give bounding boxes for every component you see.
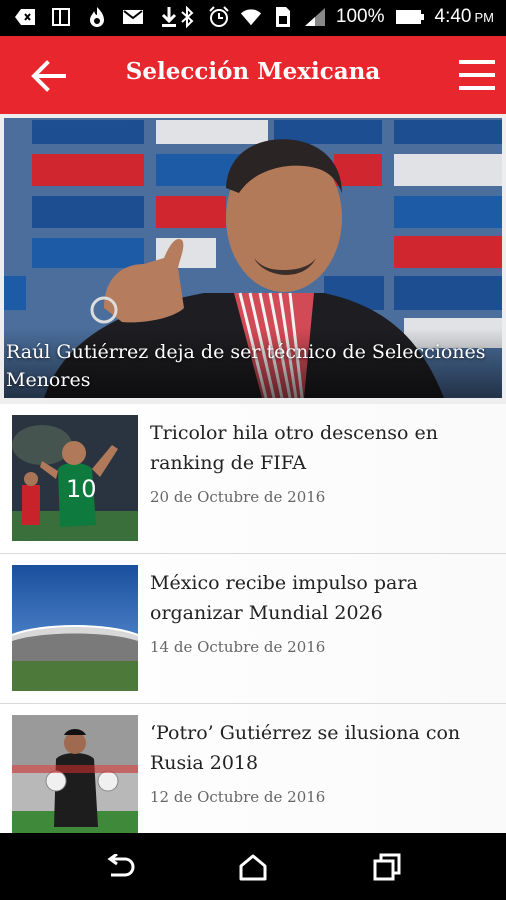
list-item[interactable]: ‘Potro’ Gutiérrez se ilusiona con Rusia … — [0, 704, 506, 833]
back-icon — [14, 6, 36, 28]
battery-percent: 100% — [335, 6, 385, 27]
back-nav-icon — [107, 854, 135, 877]
sim-icon — [272, 6, 294, 28]
battery-icon — [395, 6, 425, 28]
clock-ampm: PM — [474, 10, 495, 25]
news-feed[interactable]: Raúl Gutiérrez deja de ser técnico de Se… — [0, 114, 506, 833]
article-date: 14 de Octubre de 2016 — [150, 638, 326, 656]
clock-time: 4:40 — [434, 6, 472, 27]
alarm-icon — [208, 6, 230, 28]
system-nav-bar — [0, 833, 506, 900]
recents-icon — [373, 853, 401, 881]
app-bar: Selección Mexicana — [0, 36, 506, 114]
svg-text:10: 10 — [66, 475, 97, 503]
nav-recents-button[interactable] — [370, 850, 404, 884]
list-item[interactable]: México recibe impulso para organizar Mun… — [0, 554, 506, 704]
home-icon — [239, 854, 267, 881]
article-list: 10 Tricolor hila otro descenso en rankin… — [0, 404, 506, 833]
menu-button[interactable] — [458, 55, 496, 95]
article-thumbnail: 10 — [12, 415, 138, 541]
hamburger-menu-icon — [459, 60, 495, 90]
signal-icon — [304, 6, 326, 28]
article-date: 20 de Octubre de 2016 — [150, 488, 326, 506]
article-title: México recibe impulso para organizar Mun… — [150, 572, 418, 624]
article-title: Tricolor hila otro descenso en ranking d… — [150, 422, 438, 474]
featured-article[interactable]: Raúl Gutiérrez deja de ser técnico de Se… — [4, 118, 502, 398]
status-bar: 100% 4:40 PM — [0, 0, 506, 36]
wifi-icon — [240, 6, 262, 28]
article-thumbnail — [12, 715, 138, 833]
article-thumbnail — [12, 565, 138, 691]
nav-back-button[interactable] — [103, 850, 137, 884]
flame-icon — [86, 6, 108, 28]
clock: 4:40 PM — [435, 6, 494, 28]
nav-home-button[interactable] — [236, 850, 270, 884]
mail-icon — [122, 6, 144, 28]
list-item[interactable]: 10 Tricolor hila otro descenso en rankin… — [0, 404, 506, 554]
page-title: Selección Mexicana — [125, 58, 381, 85]
featured-article-title: Raúl Gutiérrez deja de ser técnico de Se… — [6, 341, 486, 391]
bluetooth-icon — [176, 6, 198, 28]
article-date: 12 de Octubre de 2016 — [150, 788, 326, 806]
tablet-icon — [50, 6, 72, 28]
article-title: ‘Potro’ Gutiérrez se ilusiona con Rusia … — [150, 722, 461, 774]
